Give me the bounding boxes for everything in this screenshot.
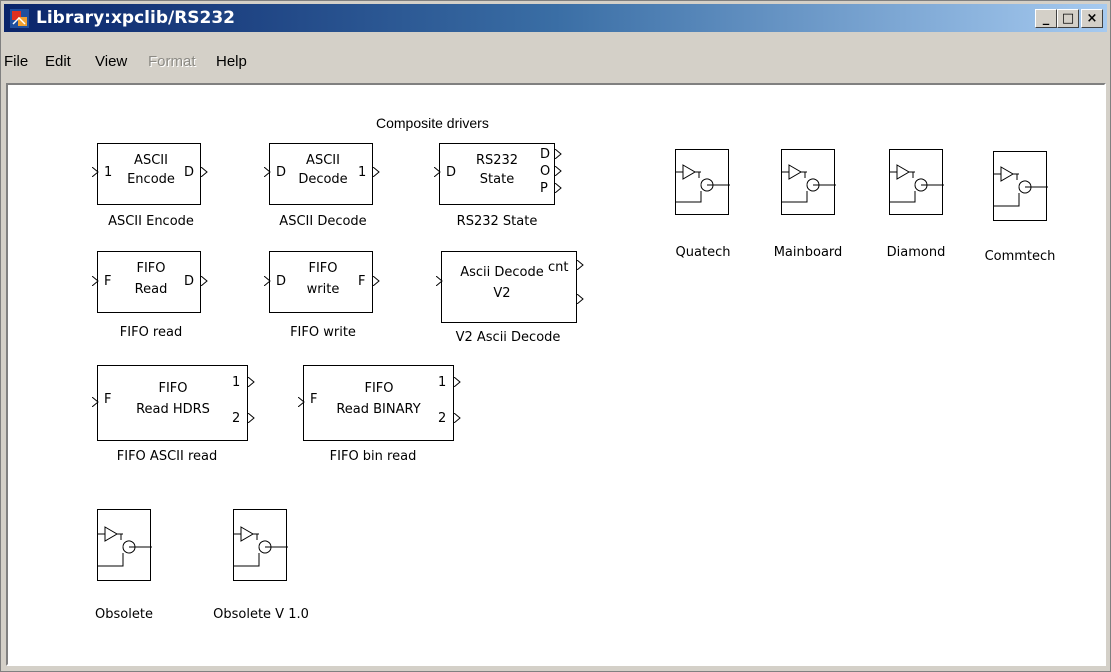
subsystem-label: Diamond bbox=[886, 245, 946, 260]
inport-arrow-icon bbox=[264, 167, 271, 177]
outport-arrow-icon bbox=[201, 167, 208, 177]
subsystem-label: Quatech bbox=[675, 245, 731, 260]
outport-arrow-icon bbox=[555, 183, 562, 193]
diamond-subsystem[interactable] bbox=[889, 149, 944, 215]
block-label: FIFO write bbox=[290, 325, 356, 340]
fifo-ascii-read-block[interactable]: FIFO Read HDRS F 1 2 bbox=[97, 365, 248, 441]
subsystem-icon bbox=[676, 164, 730, 203]
fifo-bin-read-block[interactable]: FIFO Read BINARY F 1 2 bbox=[303, 365, 454, 441]
window-title: Library:xpclib/RS232 bbox=[36, 8, 236, 28]
subsystem-icon bbox=[994, 166, 1048, 207]
library-window: Library:xpclib/RS232 _ □ × File Edit Vie… bbox=[0, 0, 1111, 672]
block-label: ASCII Encode bbox=[108, 214, 194, 229]
menu-file[interactable]: File bbox=[4, 53, 28, 70]
menu-format[interactable]: Format bbox=[148, 53, 196, 70]
simulink-icon bbox=[10, 9, 29, 28]
outport-arrow-icon bbox=[577, 294, 584, 304]
block-label: FIFO bin read bbox=[329, 449, 417, 464]
outport-arrow-icon bbox=[373, 167, 380, 177]
model-canvas[interactable]: Composite drivers ASCII Encode 1 D ASCII… bbox=[6, 83, 1106, 666]
subsystem-icon bbox=[234, 526, 288, 567]
inport-arrow-icon bbox=[92, 397, 99, 407]
mainboard-subsystem[interactable] bbox=[781, 149, 836, 215]
subsystem-icon bbox=[890, 164, 944, 203]
outport-arrow-icon bbox=[577, 260, 584, 270]
outport-arrow-icon bbox=[248, 377, 255, 387]
commtech-subsystem[interactable] bbox=[993, 151, 1048, 221]
close-button[interactable]: × bbox=[1081, 9, 1103, 28]
inport-arrow-icon bbox=[264, 276, 271, 286]
menu-edit[interactable]: Edit bbox=[45, 53, 71, 70]
subsystem-label: Mainboard bbox=[773, 245, 843, 260]
inport-arrow-icon bbox=[436, 276, 443, 286]
block-label: ASCII Decode bbox=[279, 214, 367, 229]
inport-arrow-icon bbox=[434, 167, 441, 177]
obsolete-v1-subsystem[interactable] bbox=[233, 509, 288, 581]
rs232-state-block[interactable]: RS232 State D D O P bbox=[439, 143, 555, 205]
outport-arrow-icon bbox=[454, 413, 461, 423]
minimize-button[interactable]: _ bbox=[1035, 9, 1057, 28]
ascii-encode-block[interactable]: ASCII Encode 1 D bbox=[97, 143, 201, 205]
title-bar[interactable]: Library:xpclib/RS232 _ □ × bbox=[4, 4, 1107, 32]
block-label: RS232 State bbox=[456, 214, 538, 229]
block-label: FIFO read bbox=[119, 325, 183, 340]
menu-view[interactable]: View bbox=[95, 53, 127, 70]
inport-arrow-icon bbox=[92, 167, 99, 177]
menu-help[interactable]: Help bbox=[216, 53, 247, 70]
subsystem-icon bbox=[782, 164, 836, 203]
subsystem-icon bbox=[98, 526, 152, 567]
v2-ascii-decode-block[interactable]: Ascii Decode V2 cnt bbox=[441, 251, 577, 323]
block-label: FIFO ASCII read bbox=[116, 449, 218, 464]
outport-arrow-icon bbox=[373, 276, 380, 286]
subsystem-label: Obsolete V 1.0 bbox=[213, 607, 309, 622]
block-label: V2 Ascii Decode bbox=[455, 330, 561, 345]
fifo-read-block[interactable]: FIFO Read F D bbox=[97, 251, 201, 313]
menu-bar: File Edit View Format Help bbox=[4, 51, 1107, 75]
obsolete-subsystem[interactable] bbox=[97, 509, 152, 581]
outport-arrow-icon bbox=[555, 149, 562, 159]
subsystem-label: Obsolete bbox=[95, 607, 153, 622]
outport-arrow-icon bbox=[454, 377, 461, 387]
outport-arrow-icon bbox=[201, 276, 208, 286]
outport-arrow-icon bbox=[555, 166, 562, 176]
inport-arrow-icon bbox=[92, 276, 99, 286]
section-title: Composite drivers bbox=[376, 115, 489, 131]
fifo-write-block[interactable]: FIFO write D F bbox=[269, 251, 373, 313]
maximize-button[interactable]: □ bbox=[1057, 9, 1079, 28]
inport-arrow-icon bbox=[298, 397, 305, 407]
ascii-decode-block[interactable]: ASCII Decode D 1 bbox=[269, 143, 373, 205]
subsystem-label: Commtech bbox=[984, 249, 1056, 264]
quatech-subsystem[interactable] bbox=[675, 149, 730, 215]
outport-arrow-icon bbox=[248, 413, 255, 423]
